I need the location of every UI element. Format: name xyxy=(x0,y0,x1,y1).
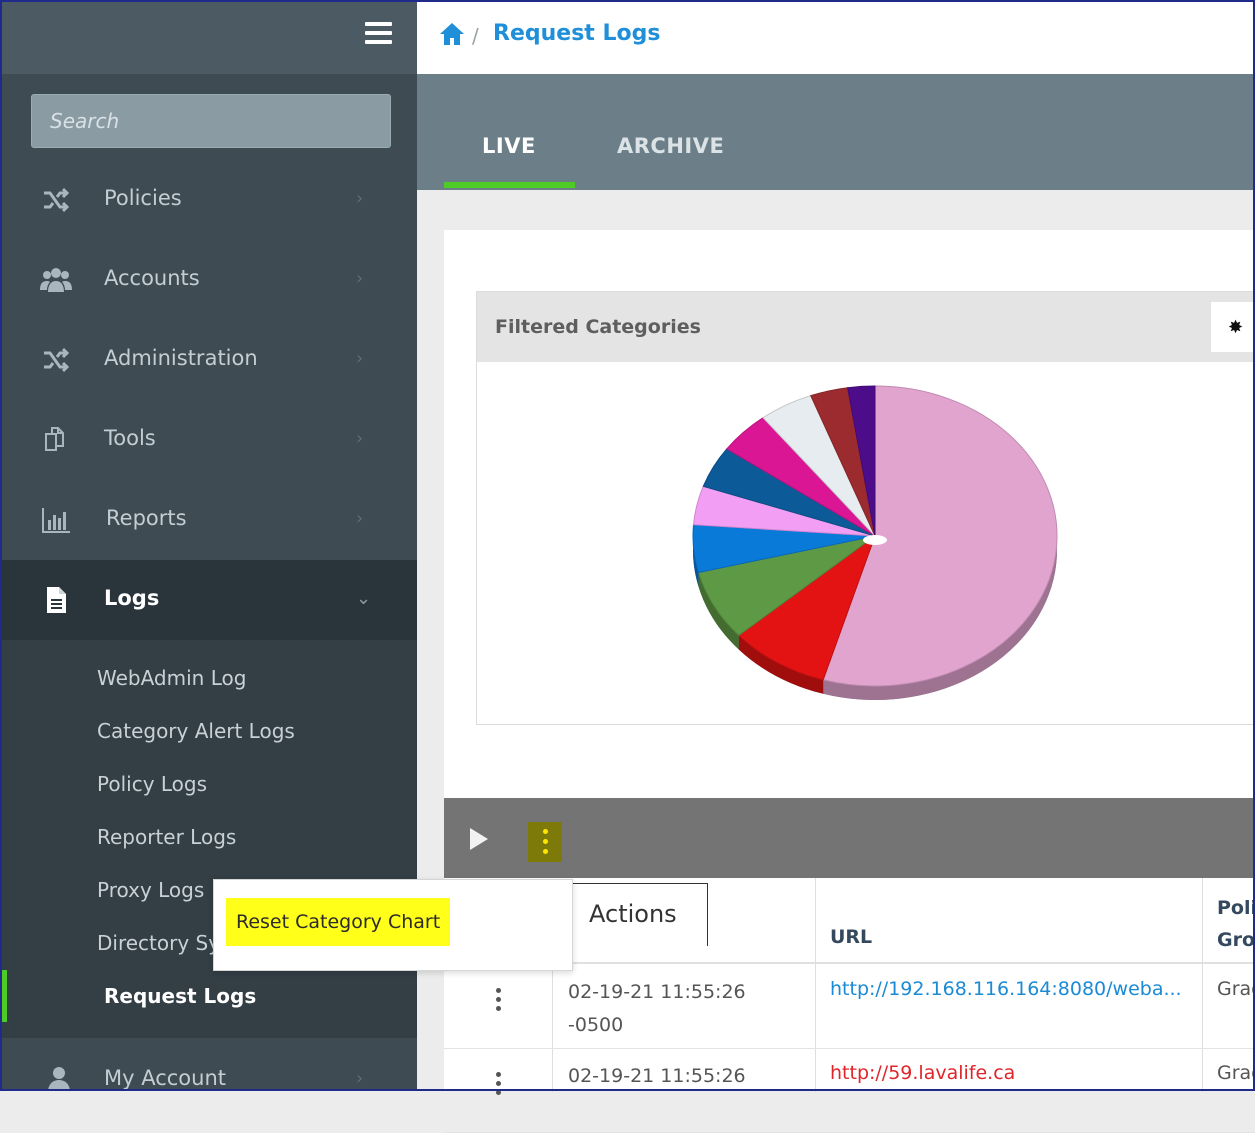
sidebar-item-administration[interactable]: Administration › xyxy=(2,320,417,400)
sidebar-item-tools[interactable]: Tools › xyxy=(2,400,417,480)
breadcrumb: / Request Logs xyxy=(417,2,1255,74)
chevron-right-icon: › xyxy=(356,268,364,289)
home-icon[interactable] xyxy=(439,22,465,46)
search-box xyxy=(31,94,391,148)
sidebar-item-my-account[interactable]: My Account › xyxy=(2,1038,417,1089)
users-icon xyxy=(40,268,72,292)
bar-chart-icon xyxy=(42,508,70,533)
row-menu-icon[interactable] xyxy=(496,988,502,1015)
column-header-line: Gro xyxy=(1217,929,1255,951)
sidebar-item-label: Administration xyxy=(104,346,258,370)
sidebar-item-label: Logs xyxy=(104,586,160,610)
policy-group-cell: Grad xyxy=(1217,978,1255,1000)
gear-icon: ✸ xyxy=(1228,317,1244,338)
sidebar-item-label: My Account xyxy=(104,1066,227,1089)
sidebar-item-label: Tools xyxy=(104,426,156,450)
chevron-down-icon: ⌄ xyxy=(356,588,372,609)
chevron-right-icon: › xyxy=(356,508,364,529)
sidebar-item-label: Reports xyxy=(106,506,187,530)
time-text: 02-19-21 11:55:26 xyxy=(568,1065,746,1087)
sidebar-item-label: Policies xyxy=(104,186,182,210)
url-link[interactable]: http://59.lavalife.ca xyxy=(830,1062,1190,1084)
table-row[interactable]: 02-19-21 11:55:26 -0500 http://192.168.1… xyxy=(444,964,1255,1049)
tooltip-text: Actions xyxy=(589,900,677,928)
tab-bar: LIVE ARCHIVE xyxy=(417,74,1255,190)
sidebar-item-accounts[interactable]: Accounts › xyxy=(2,240,417,320)
chevron-right-icon: › xyxy=(356,188,364,209)
chevron-right-icon: › xyxy=(356,1068,364,1089)
column-header-url[interactable]: URL xyxy=(830,926,872,948)
reset-category-chart-menu-item[interactable]: Reset Category Chart xyxy=(226,898,451,946)
time-text: 02-19-21 11:55:26 xyxy=(568,981,746,1003)
breadcrumb-separator: / xyxy=(472,24,479,48)
sidebar-item-label: Accounts xyxy=(104,266,200,290)
user-icon xyxy=(48,1067,70,1089)
tab-live[interactable]: LIVE xyxy=(482,134,536,158)
url-link[interactable]: http://192.168.116.164:8080/weba... xyxy=(830,978,1190,1000)
column-header-line: Poli xyxy=(1217,897,1255,919)
sidebar-header xyxy=(2,2,417,74)
page-title: Request Logs xyxy=(493,21,661,46)
sidebar-subitem-reporter-logs[interactable]: Reporter Logs xyxy=(97,825,236,849)
log-toolbar xyxy=(444,798,1255,878)
pie-chart[interactable] xyxy=(477,362,1255,724)
shuffle-icon xyxy=(44,187,70,213)
active-tab-underline xyxy=(444,182,575,188)
tab-archive[interactable]: ARCHIVE xyxy=(617,134,724,158)
time-zone-text: -0500 xyxy=(568,1014,624,1036)
sidebar-subitem-category-alert-logs[interactable]: Category Alert Logs xyxy=(97,719,295,743)
chart-title: Filtered Categories xyxy=(495,316,701,338)
chevron-right-icon: › xyxy=(356,348,364,369)
sidebar-subitem-request-logs[interactable]: Request Logs xyxy=(104,984,256,1008)
actions-menu-button[interactable] xyxy=(528,822,562,862)
time-cell: 02-19-21 11:55:26 -0500 xyxy=(568,976,808,1042)
sidebar-subitem-proxy-logs[interactable]: Proxy Logs xyxy=(97,878,204,902)
policy-group-cell: Grad xyxy=(1217,1062,1255,1084)
search-input[interactable] xyxy=(32,95,390,147)
column-header-policy-group[interactable]: Poli Gro xyxy=(1217,892,1255,956)
sidebar-subitem-webadmin-log[interactable]: WebAdmin Log xyxy=(97,666,246,690)
copy-icon xyxy=(45,427,64,451)
sidebar-subitem-policy-logs[interactable]: Policy Logs xyxy=(97,772,207,796)
sidebar-item-policies[interactable]: Policies › xyxy=(2,160,417,240)
chevron-right-icon: › xyxy=(356,428,364,449)
actions-tooltip: Actions xyxy=(568,883,708,946)
time-cell: 02-19-21 11:55:26 xyxy=(568,1060,808,1093)
context-menu: Reset Category Chart xyxy=(213,879,573,971)
play-icon[interactable] xyxy=(470,828,488,850)
row-menu-icon[interactable] xyxy=(496,1072,502,1099)
chart-header: Filtered Categories ✸ xyxy=(477,292,1255,362)
hamburger-menu-icon[interactable] xyxy=(365,22,393,46)
pie-center-hole xyxy=(863,535,887,545)
sidebar-subitem-directory-sync[interactable]: Directory Sy xyxy=(97,931,220,955)
file-icon xyxy=(47,587,66,613)
chart-settings-button[interactable]: ✸ xyxy=(1211,302,1255,352)
sidebar-item-logs[interactable]: Logs ⌄ xyxy=(2,560,417,640)
active-indicator xyxy=(2,970,7,1022)
filtered-categories-card: Filtered Categories ✸ xyxy=(476,291,1255,725)
sidebar-item-reports[interactable]: Reports › xyxy=(2,480,417,560)
shuffle-icon xyxy=(44,347,70,373)
